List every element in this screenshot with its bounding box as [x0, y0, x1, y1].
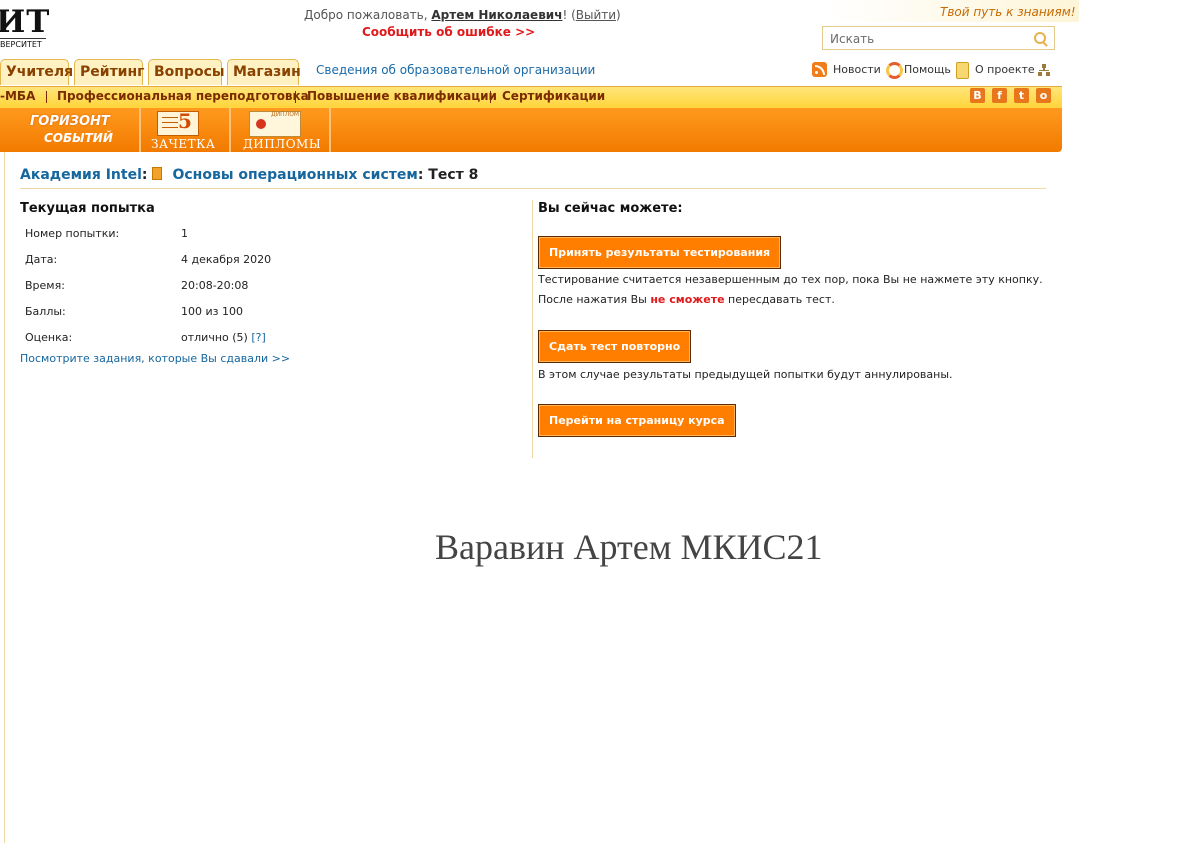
- program-qualification-link[interactable]: Повышение квалификации: [307, 89, 497, 103]
- diploma-icon-caption: ДИПЛОМ: [271, 111, 300, 118]
- retake-test-button[interactable]: Сдать тест повторно: [538, 330, 692, 363]
- table-row: Оценка: отлично (5) [?]: [20, 324, 271, 350]
- gradebook-digit: 5: [178, 109, 192, 133]
- table-row: Баллы: 100 из 100: [20, 298, 271, 324]
- program-retraining-link[interactable]: Профессиональная переподготовка: [57, 89, 309, 103]
- services-separator: [139, 108, 141, 152]
- tab-rating[interactable]: Рейтинг: [74, 59, 144, 85]
- search-icon[interactable]: [1034, 32, 1046, 44]
- gradebook-label: ЗАЧЕТКА: [151, 137, 216, 151]
- attempt-number-label: Номер попытки:: [25, 226, 120, 240]
- search-input[interactable]: [828, 28, 1032, 50]
- actions-heading: Вы сейчас можете:: [538, 201, 683, 216]
- breadcrumb-current-test: Тест 8: [428, 167, 479, 183]
- time-value: 20:08-20:08: [181, 278, 249, 292]
- tab-questions[interactable]: Вопросы: [148, 59, 225, 85]
- student-signature-text: Варавин Артем МКИС21: [435, 527, 823, 567]
- welcome-prefix: Добро пожаловать,: [304, 8, 432, 22]
- rss-icon[interactable]: [812, 62, 827, 77]
- accept-results-button[interactable]: Принять результаты тестирования: [538, 236, 782, 269]
- odnoklassniki-icon[interactable]: о: [1036, 88, 1051, 103]
- twitter-icon[interactable]: t: [1014, 88, 1029, 103]
- horizon-title-line2: СОБЫТИЙ: [44, 131, 113, 145]
- grade-value: отлично (5): [181, 330, 248, 344]
- attempt-number-value: 1: [181, 226, 188, 240]
- horizon-title-line1: ГОРИЗОНТ: [30, 114, 110, 129]
- services-separator: [229, 108, 231, 152]
- programs-separator: [46, 91, 47, 103]
- welcome-after-name: ! (: [562, 8, 576, 22]
- grade-hint-link[interactable]: [?]: [251, 331, 265, 344]
- table-row: Номер попытки: 1: [20, 220, 271, 246]
- programs-separator: [295, 91, 296, 103]
- logout-link[interactable]: Выйти: [576, 8, 616, 22]
- slogan: Твой путь к знаниям!: [940, 5, 1076, 19]
- date-value: 4 декабря 2020: [181, 252, 272, 266]
- about-icon[interactable]: [956, 62, 969, 79]
- score-value: 100 из 100: [181, 304, 243, 318]
- table-row: Дата: 4 декабря 2020: [20, 246, 271, 272]
- column-divider: [532, 200, 533, 458]
- date-label: Дата:: [25, 252, 58, 266]
- book-icon: [152, 167, 163, 180]
- accept-note-suffix: пересдавать тест.: [724, 293, 835, 306]
- logo-caption: ВЕРСИТЕТ: [0, 40, 42, 49]
- program-mba-link[interactable]: -МБА: [0, 89, 35, 103]
- diplomas-label: ДИПЛОМЫ: [243, 137, 322, 151]
- lifebuoy-icon[interactable]: [886, 62, 903, 79]
- about-link[interactable]: О проекте: [975, 63, 1035, 76]
- table-row: Время: 20:08-20:08: [20, 272, 271, 298]
- attempt-info-table: Номер попытки: 1 Дата: 4 декабря 2020 Вр…: [20, 220, 271, 350]
- user-name-link[interactable]: Артем Николаевич: [431, 8, 562, 22]
- tab-teachers[interactable]: Учителя: [0, 59, 73, 85]
- facebook-icon[interactable]: f: [992, 88, 1007, 103]
- accept-note-line1: Тестирование считается незавершенным до …: [538, 273, 1043, 286]
- retake-note: В этом случае результаты предыдущей попы…: [538, 368, 953, 381]
- grade-cell: отлично (5) [?]: [176, 324, 271, 350]
- report-error-link[interactable]: Сообщить об ошибке >>: [362, 25, 535, 39]
- welcome-text: Добро пожаловать, Артем Николаевич! (Вый…: [304, 8, 621, 22]
- accept-note-line2: После нажатия Вы не сможете пересдавать …: [538, 293, 835, 306]
- accept-note-warning: не сможете: [650, 293, 725, 306]
- search-box: [822, 26, 1055, 50]
- news-link[interactable]: Новости: [833, 63, 881, 76]
- help-link[interactable]: Помощь: [904, 63, 951, 76]
- attempt-heading: Текущая попытка: [20, 201, 155, 216]
- welcome-suffix: ): [616, 8, 621, 22]
- logo-rule: [0, 38, 46, 39]
- content-left-border: [4, 152, 5, 843]
- go-to-course-button[interactable]: Перейти на страницу курса: [538, 404, 736, 437]
- site-logo[interactable]: ИТ: [0, 4, 50, 40]
- sitemap-icon[interactable]: [1038, 64, 1050, 76]
- breadcrumb-divider: [20, 188, 1046, 189]
- breadcrumb-academy-link[interactable]: Академия Intel: [20, 167, 142, 183]
- vk-icon[interactable]: В: [970, 88, 985, 103]
- time-label: Время:: [25, 278, 65, 292]
- accept-note-prefix: После нажатия Вы: [538, 293, 651, 306]
- tab-shop[interactable]: Магазин: [227, 59, 301, 85]
- grade-label: Оценка:: [25, 330, 73, 344]
- breadcrumb: Академия Intel: Основы операционных систе…: [20, 167, 479, 183]
- view-tasks-link[interactable]: Посмотрите задания, которые Вы сдавали >…: [20, 352, 290, 365]
- program-certification-link[interactable]: Сертификации: [502, 89, 605, 103]
- score-label: Баллы:: [25, 304, 66, 318]
- org-info-link[interactable]: Сведения об образовательной организации: [316, 63, 595, 77]
- programs-separator: [490, 91, 491, 103]
- diploma-seal-icon: [256, 119, 266, 129]
- breadcrumb-course-link[interactable]: Основы операционных систем: [172, 167, 417, 183]
- services-separator: [329, 108, 331, 152]
